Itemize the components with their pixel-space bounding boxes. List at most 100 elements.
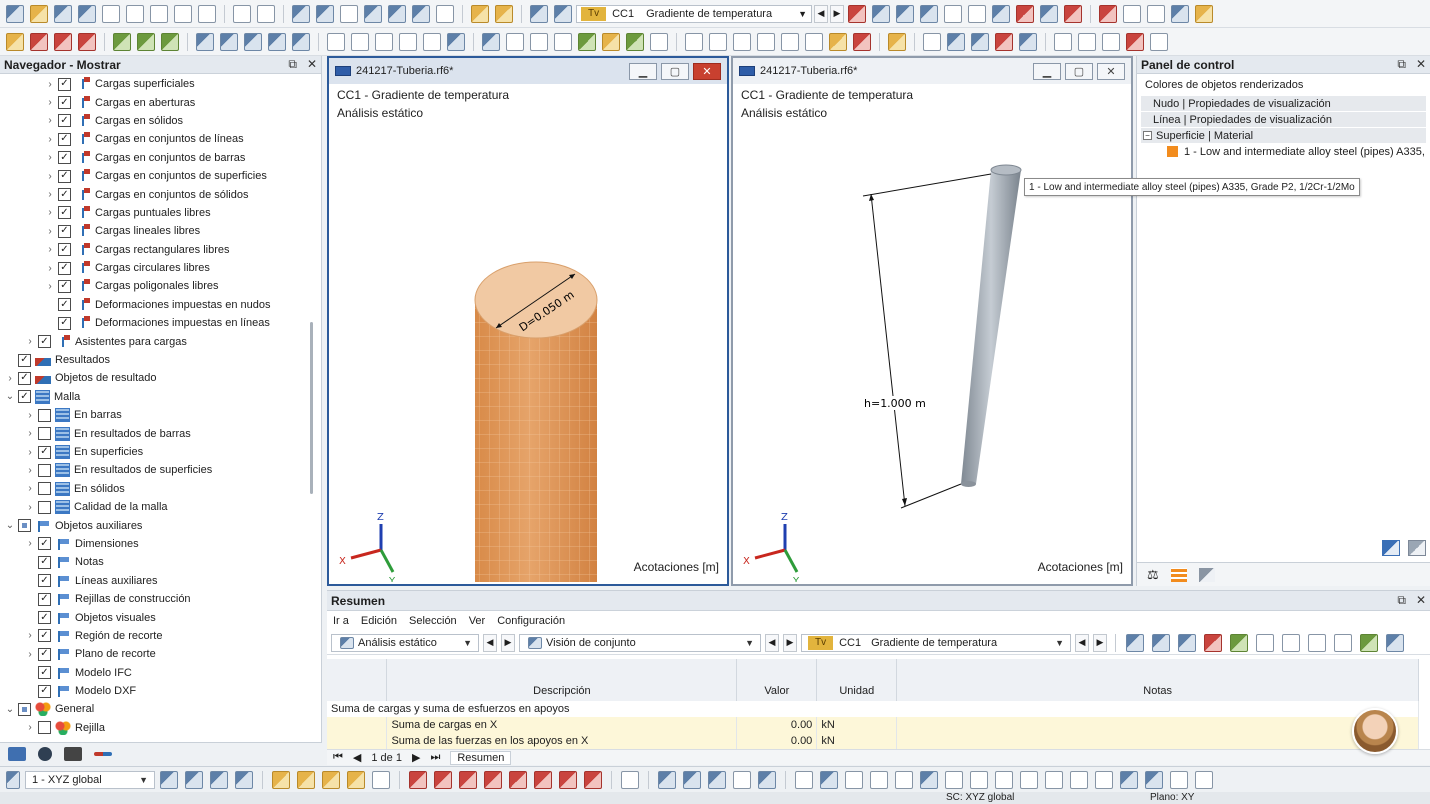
visibility-checkbox[interactable] — [38, 427, 51, 441]
nav-item[interactable]: ✓ Líneas auxiliares — [0, 572, 321, 590]
symmetry-icon[interactable] — [1102, 32, 1120, 51]
chevron-right-icon[interactable]: › — [44, 115, 56, 126]
nav-item[interactable]: ⌄ General — [0, 700, 321, 718]
save-icon[interactable] — [126, 4, 144, 23]
nav-item[interactable]: ✓ Modelo IFC — [0, 664, 321, 682]
column-value[interactable]: Valor — [736, 659, 818, 701]
wireframe-icon[interactable] — [297, 770, 315, 789]
slash-icon[interactable] — [945, 770, 963, 789]
columns-icon[interactable] — [1308, 633, 1326, 652]
free-load-icon[interactable] — [268, 32, 286, 51]
maximize-button[interactable]: ▢ — [661, 62, 689, 80]
load-combo-icon[interactable] — [554, 4, 572, 23]
nav-item[interactable]: ✓ Resultados — [0, 351, 321, 369]
render-icon[interactable] — [992, 4, 1010, 23]
table-row[interactable]: Suma de las fuerzas en los apoyos en X 0… — [327, 733, 1419, 749]
script-icon[interactable] — [388, 4, 406, 23]
group-row[interactable]: Suma de cargas y suma de esfuerzos en ap… — [327, 701, 1419, 717]
mesh-generate-icon[interactable] — [602, 32, 620, 51]
node-display-row[interactable]: Nudo | Propiedades de visualización — [1141, 96, 1426, 112]
globe-icon[interactable] — [436, 4, 454, 23]
nav-item[interactable]: › En barras — [0, 406, 321, 424]
visibility-checkbox[interactable]: ✓ — [38, 684, 51, 698]
node-tool-icon[interactable] — [6, 32, 24, 51]
arc-icon[interactable] — [1078, 32, 1096, 51]
tangent-icon[interactable] — [1070, 770, 1088, 789]
pipe-render-full[interactable]: h=1.000 m Z X Y — [733, 84, 1131, 582]
nav-item[interactable]: › ✓ Cargas en conjuntos de sólidos — [0, 185, 321, 203]
chevron-right-icon[interactable]: › — [44, 171, 56, 182]
summary-tab[interactable]: Resumen — [450, 750, 512, 765]
iso-view-icon[interactable] — [1123, 4, 1141, 23]
visibility-checkbox[interactable]: ✓ — [38, 666, 51, 680]
dot-circle-icon[interactable] — [1020, 770, 1038, 789]
section-icon[interactable] — [340, 4, 358, 23]
view-cube-icon[interactable] — [1171, 4, 1189, 23]
chevron-down-icon[interactable]: ⌄ — [4, 704, 16, 715]
viewport-window-2[interactable]: 241217-Tuberia.rf6* ▁ ▢ ✕ CC1 - Gradient… — [731, 56, 1133, 586]
report-icon[interactable] — [174, 4, 192, 23]
colors-tab-icon[interactable] — [1170, 567, 1187, 582]
minus-icon[interactable] — [1195, 770, 1213, 789]
visibility-checkbox[interactable]: ✓ — [58, 114, 71, 128]
visibility-checkbox[interactable] — [38, 408, 51, 422]
chevron-right-icon[interactable]: › — [44, 79, 56, 90]
print-icon[interactable] — [150, 4, 168, 23]
load-case-select[interactable]: Tv CC1 Gradiente de temperatura ▼ — [801, 633, 1071, 652]
optimize-icon[interactable] — [626, 32, 644, 51]
nav-item[interactable]: › ✓ Cargas en conjuntos de barras — [0, 149, 321, 167]
assistant-avatar[interactable] — [1352, 708, 1398, 754]
circle-icon[interactable] — [995, 770, 1013, 789]
chevron-right-icon[interactable]: › — [24, 483, 36, 494]
rotate-icon[interactable] — [757, 32, 775, 51]
viewport-2[interactable]: CC1 - Gradiente de temperatura Análisis … — [733, 84, 1131, 584]
table-settings-icon[interactable] — [1334, 633, 1352, 652]
nav-item[interactable]: ⌄ ✓ Malla — [0, 388, 321, 406]
support-icon[interactable] — [848, 4, 866, 23]
nav-item[interactable]: › ✓ Cargas en conjuntos de líneas — [0, 130, 321, 148]
data-tab-icon[interactable] — [8, 746, 26, 761]
nav-item[interactable]: › Rejilla — [0, 719, 321, 737]
marker-icon[interactable] — [853, 32, 871, 51]
menu-edit[interactable]: Edición — [361, 615, 397, 627]
visibility-checkbox[interactable]: ✓ — [58, 316, 71, 330]
ortho-icon[interactable] — [733, 770, 751, 789]
snap-intersection-icon[interactable] — [509, 770, 527, 789]
nav-item[interactable]: › ✓ Cargas puntuales libres — [0, 204, 321, 222]
close-icon[interactable]: ✕ — [307, 57, 317, 72]
guideline-icon[interactable] — [375, 32, 393, 51]
more-snaps-icon[interactable] — [621, 770, 639, 789]
surface-tool-icon[interactable] — [78, 32, 96, 51]
nav-item[interactable]: › Calidad de la malla — [0, 498, 321, 516]
clipping-box-icon[interactable] — [1019, 32, 1037, 51]
next-load-case-icon[interactable]: ▶ — [830, 4, 844, 23]
cross-box-icon[interactable] — [870, 770, 888, 789]
corner-icon[interactable] — [920, 770, 938, 789]
column-description[interactable]: Descripción — [386, 659, 738, 701]
visibility-checkbox[interactable] — [38, 482, 51, 496]
view-side-icon[interactable] — [235, 770, 253, 789]
bracket-icon[interactable] — [530, 32, 548, 51]
model-manager-icon[interactable] — [78, 4, 96, 23]
chevron-right-icon[interactable]: › — [44, 134, 56, 145]
column-notes[interactable]: Notas — [896, 659, 1419, 701]
extrude-icon[interactable] — [805, 32, 823, 51]
model-icon[interactable] — [968, 4, 986, 23]
object-snap-icon[interactable] — [708, 770, 726, 789]
frame-grid-icon[interactable] — [1145, 770, 1163, 789]
paint-icon[interactable] — [829, 32, 847, 51]
scale-icon[interactable] — [781, 32, 799, 51]
grid-icon[interactable] — [399, 32, 417, 51]
views-tab-icon[interactable] — [64, 746, 82, 761]
viewport-1[interactable]: CC1 - Gradiente de temperatura Análisis … — [329, 84, 727, 584]
nav-item[interactable]: › ✓ Objetos de resultado — [0, 369, 321, 387]
visibility-checkbox[interactable]: ✓ — [18, 371, 31, 385]
pin-icon[interactable]: ⧉ — [288, 57, 297, 72]
view-select[interactable]: Visión de conjunto ▼ — [519, 633, 761, 652]
previous-icon[interactable]: ◀ — [1075, 633, 1089, 652]
visibility-checkbox[interactable]: ✓ — [18, 390, 31, 404]
point-box-icon[interactable] — [895, 770, 913, 789]
visibility-checkbox[interactable]: ✓ — [58, 188, 71, 202]
visibility-checkbox[interactable]: ✓ — [38, 335, 51, 349]
visibility-checkbox[interactable]: ✓ — [58, 151, 71, 165]
